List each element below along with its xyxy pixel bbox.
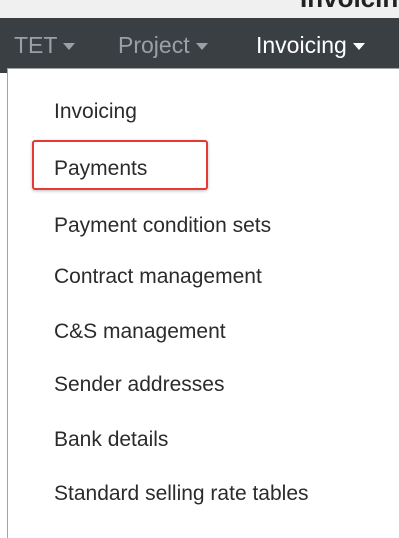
- menu-item-payment-condition-sets[interactable]: Payment condition sets: [54, 214, 271, 238]
- nav-invoicing-label: Invoicing: [256, 32, 347, 58]
- top-strip-partial-text: Invoicing: [300, 0, 399, 14]
- top-navbar: TET Project Invoicing: [0, 18, 399, 73]
- nav-tet-label: TET: [14, 32, 58, 58]
- invoicing-dropdown-menu: Invoicing Payments Payment condition set…: [7, 68, 399, 538]
- menu-item-invoicing[interactable]: Invoicing: [54, 100, 137, 124]
- caret-down-icon: [352, 43, 365, 50]
- menu-item-standard-selling-rate-tables[interactable]: Standard selling rate tables: [54, 482, 309, 506]
- top-strip: Invoicing: [0, 0, 399, 18]
- caret-down-icon: [195, 43, 208, 50]
- nav-tet[interactable]: TET: [14, 18, 76, 73]
- menu-item-sender-addresses[interactable]: Sender addresses: [54, 373, 224, 397]
- menu-item-payments[interactable]: Payments: [54, 157, 147, 181]
- nav-project-label: Project: [118, 32, 190, 58]
- menu-item-cs-management[interactable]: C&S management: [54, 320, 226, 344]
- menu-item-contract-management[interactable]: Contract management: [54, 265, 262, 289]
- nav-project[interactable]: Project: [118, 18, 208, 73]
- nav-invoicing[interactable]: Invoicing: [256, 18, 365, 73]
- caret-down-icon: [63, 43, 76, 50]
- menu-item-bank-details[interactable]: Bank details: [54, 428, 168, 452]
